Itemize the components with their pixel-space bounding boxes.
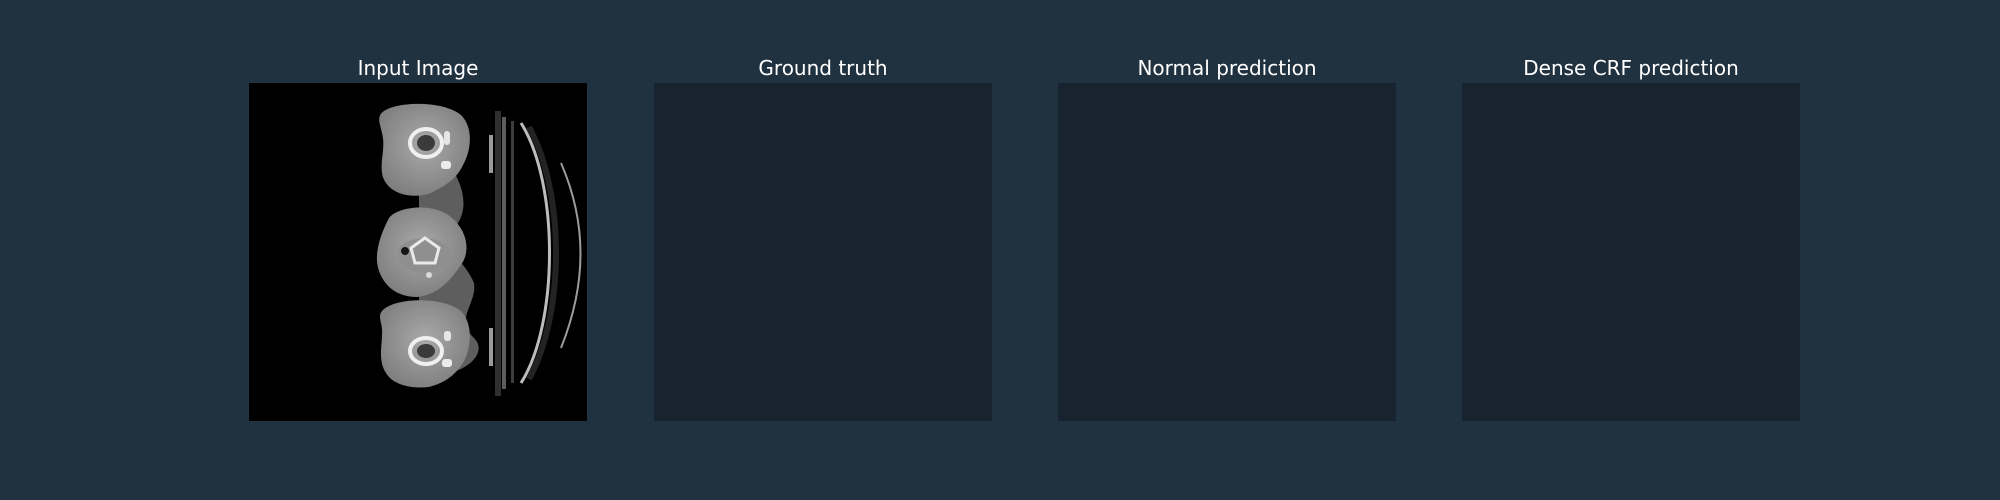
input-image-title: Input Image [357, 56, 479, 80]
ground-truth-title: Ground truth [758, 56, 888, 80]
normal-prediction-title: Normal prediction [1137, 56, 1317, 80]
dense-crf-prediction-panel [1462, 83, 1800, 421]
ground-truth-panel [654, 83, 992, 421]
dense-crf-prediction-title: Dense CRF prediction [1523, 56, 1739, 80]
input-image-panel [249, 83, 587, 421]
ct-scan-image [249, 83, 587, 421]
normal-prediction-panel [1058, 83, 1396, 421]
